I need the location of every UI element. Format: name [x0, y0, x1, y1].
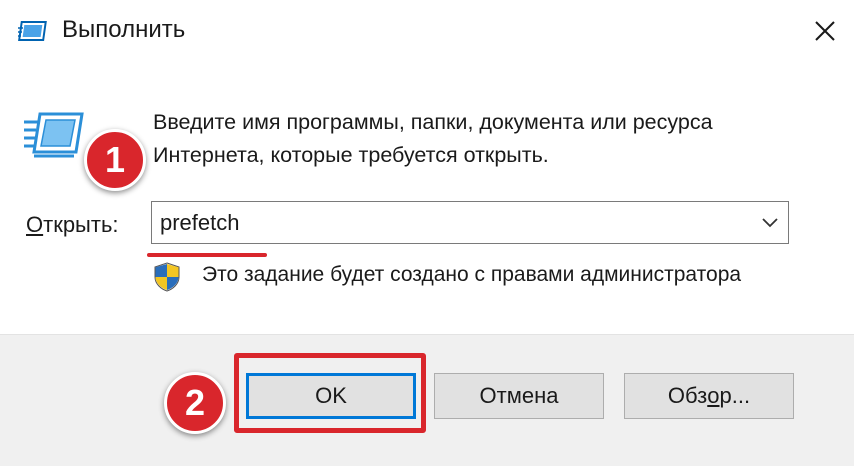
open-label-text: ткрыть:	[43, 212, 119, 237]
browse-button[interactable]: Обз о р...	[624, 373, 794, 419]
chevron-down-icon[interactable]	[758, 210, 782, 234]
browse-label-end: р...	[719, 383, 751, 408]
admin-notice: Это задание будет создано с правами адми…	[202, 263, 742, 286]
close-icon	[815, 21, 835, 41]
open-input[interactable]	[160, 202, 740, 243]
dialog-content	[0, 62, 854, 334]
instruction-text: Введите имя программы, папки, документа …	[153, 106, 833, 172]
open-combobox[interactable]	[151, 201, 789, 244]
cancel-button[interactable]: Отмена	[434, 373, 604, 419]
input-highlight-underline	[147, 253, 267, 257]
open-label-access-key: О	[26, 212, 44, 237]
open-label: Открыть:	[26, 210, 119, 240]
step-badge-2: 2	[164, 372, 226, 434]
instruction-line-1: Введите имя программы, папки, документа …	[153, 110, 713, 134]
ok-button[interactable]: OK	[246, 373, 416, 419]
run-program-icon	[24, 112, 84, 158]
run-dialog: Выполнить Введите имя программы, папки, …	[0, 0, 854, 466]
title-bar: Выполнить	[0, 0, 854, 62]
window-title: Выполнить	[62, 16, 186, 43]
uac-shield-icon	[154, 262, 180, 292]
run-dialog-icon	[18, 21, 47, 41]
instruction-line-2: Интернета, которые требуется открыть.	[153, 143, 549, 167]
browse-label-start: Обз	[667, 383, 708, 408]
browse-label-access-key: о	[707, 383, 720, 408]
step-badge-1: 1	[84, 129, 146, 191]
close-button[interactable]	[796, 0, 854, 62]
